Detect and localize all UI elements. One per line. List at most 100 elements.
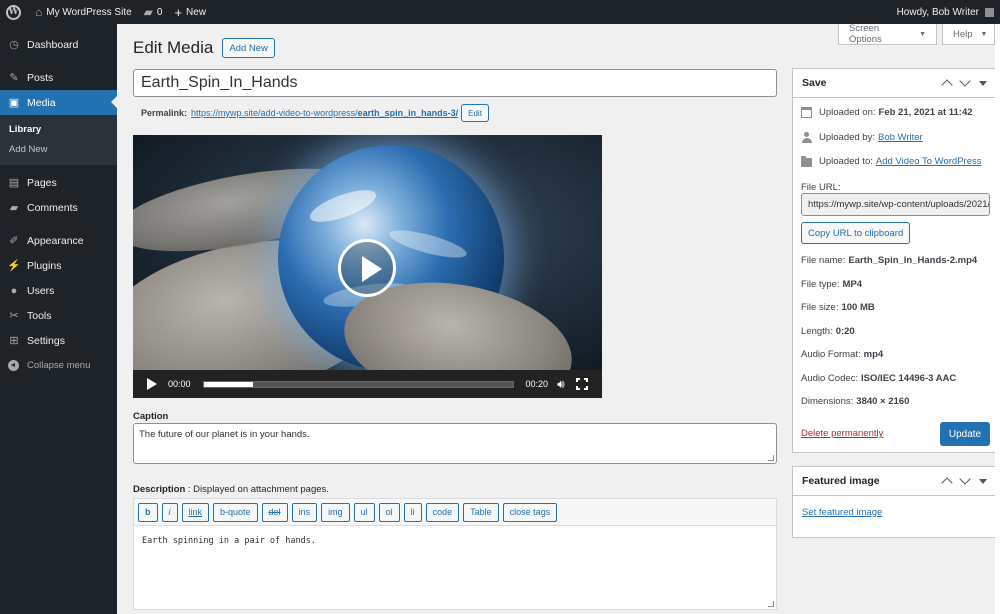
window-edge [995,24,1000,614]
submenu-item-library[interactable]: Library [0,120,117,140]
collapse-menu-button[interactable]: Collapse menu [0,353,117,378]
file-size-label: File size: [801,302,839,313]
menu-label: Pages [27,176,57,189]
screen-options-label: Screen Options [849,23,882,45]
chevron-up-icon[interactable] [941,477,953,489]
page-heading: Edit Media Add New [133,38,275,58]
description-label-text: Description [133,484,186,495]
volume-icon[interactable]: 🔊︎ [557,377,565,392]
chevron-down-icon[interactable] [959,75,971,87]
set-featured-image-link[interactable]: Set featured image [802,507,882,518]
permalink-link[interactable]: https://mywp.site/add-video-to-wordpress… [191,108,458,118]
menu-item-media[interactable]: ▣ Media [0,90,117,115]
media-icon: ▣ [8,97,20,109]
menu-item-appearance[interactable]: ✐ Appearance [0,228,117,253]
audio-codec-row: Audio Codec: ISO/IEC 14496-3 AAC [801,373,956,384]
admin-menu: ◷ Dashboard ✎ Posts ▣ Media Library Add … [0,24,117,614]
menu-item-tools[interactable]: ✂ Tools [0,303,117,328]
account-menu[interactable]: Howdy, Bob Writer [891,0,1000,24]
file-url-input[interactable]: https://mywp.site/wp-content/uploads/202… [801,193,990,216]
user-icon [801,132,812,143]
play-overlay-icon[interactable] [338,239,396,297]
menu-item-users[interactable]: ● Users [0,278,117,303]
tools-icon: ✂ [9,310,19,322]
qt-code-button[interactable]: code [425,502,460,522]
fullscreen-icon[interactable] [575,378,588,390]
chevron-up-icon[interactable] [941,79,953,91]
chevron-down-icon[interactable] [959,473,971,485]
current-time: 00:00 [168,379,191,389]
media-submenu: Library Add New [0,115,117,165]
menu-item-pages[interactable]: ▤ Pages [0,170,117,195]
menu-label: Appearance [27,234,84,247]
progress-fill [203,381,253,387]
menu-item-plugins[interactable]: ⚡ Plugins [0,253,117,278]
collapse-icon [8,360,19,371]
length-row: Length: 0:20 [801,326,855,337]
help-label: Help [953,28,973,40]
audio-format-value: mp4 [863,349,884,360]
comment-bubble-icon: ▰ [143,5,153,19]
delete-permanently-link[interactable]: Delete permanently [801,428,883,439]
settings-icon: ⊞ [9,335,19,347]
qt-ol-button[interactable]: ol [378,502,400,522]
uploaded-by-link[interactable]: Bob Writer [878,132,923,143]
uploaded-by-label: Uploaded by: [819,132,875,143]
new-content-link[interactable]: + New [168,0,212,24]
caption-label: Caption [133,411,169,422]
dimensions-label: Dimensions: [801,396,854,407]
help-button[interactable]: Help ▼ [942,24,995,45]
add-new-button[interactable]: Add New [222,38,275,58]
permalink-edit-button[interactable]: Edit [461,104,489,122]
qt-img-button[interactable]: img [321,502,350,522]
qt-del-button[interactable]: del [261,502,288,522]
uploaded-on-value: Feb 21, 2021 at 11:42 [878,107,973,118]
update-button[interactable]: Update [940,422,990,446]
resize-handle[interactable] [768,455,774,461]
media-title-input[interactable]: Earth_Spin_In_Hands [133,69,777,97]
uploaded-on-label: Uploaded on: [819,107,876,118]
file-size-row: File size: 100 MB [801,302,875,313]
users-icon: ● [10,284,18,297]
site-name-label: My WordPress Site [46,6,132,18]
file-name-row: File name: Earth_Spin_In_Hands-2.mp4 [801,255,977,266]
plugins-icon: ⚡ [7,260,21,272]
menu-item-dashboard[interactable]: ◷ Dashboard [0,32,117,57]
submenu-item-add-new[interactable]: Add New [0,140,117,160]
save-metabox: Save Uploaded on: Feb 21, 2021 at 11:42 … [792,68,997,453]
qt-ul-button[interactable]: ul [353,502,375,522]
qt-italic-button[interactable]: i [161,502,178,522]
play-icon[interactable] [147,378,157,390]
menu-item-posts[interactable]: ✎ Posts [0,65,117,90]
caption-textarea[interactable]: The future of our planet is in your hand… [133,423,777,464]
menu-item-settings[interactable]: ⊞ Settings [0,328,117,353]
copy-url-button[interactable]: Copy URL to clipboard [801,222,911,244]
qt-li-button[interactable]: li [403,502,422,522]
video-controls: 00:00 00:20 🔊︎ [133,370,602,398]
toggle-panel-icon[interactable] [979,80,987,86]
progress-track[interactable] [202,380,514,388]
menu-label: Plugins [27,259,62,272]
featured-image-metabox: Featured image Set featured image [792,466,997,538]
permalink-slug: earth_spin_in_hands-3/ [357,108,459,118]
qt-close-tags-button[interactable]: close tags [502,502,558,522]
permalink: Permalink: https://mywp.site/add-video-t… [141,104,489,122]
qt-bold-button[interactable]: b [138,502,158,522]
description-textarea[interactable]: Earth spinning in a pair of hands. [133,525,777,610]
resize-handle[interactable] [768,601,774,607]
qt-link-button[interactable]: link [181,502,210,522]
caret-down-icon: ▼ [980,30,988,38]
comments-link[interactable]: ▰ 0 [138,0,169,24]
qt-bquote-button[interactable]: b-quote [213,502,258,522]
video-player[interactable]: 00:00 00:20 🔊︎ [133,135,602,398]
file-type-value: MP4 [842,279,863,290]
qt-ins-button[interactable]: ins [291,502,318,522]
uploaded-to-link[interactable]: Add Video To WordPress [876,156,982,167]
site-name-link[interactable]: ⌂ My WordPress Site [29,0,138,24]
screen-options-button[interactable]: Screen Options ▼ [838,23,937,45]
qt-table-button[interactable]: Table [463,502,499,522]
wp-logo-menu[interactable]: W [0,0,29,24]
pin-icon: ✎ [9,72,19,84]
toggle-panel-icon[interactable] [979,478,987,484]
menu-item-comments[interactable]: ▰ Comments [0,195,117,220]
